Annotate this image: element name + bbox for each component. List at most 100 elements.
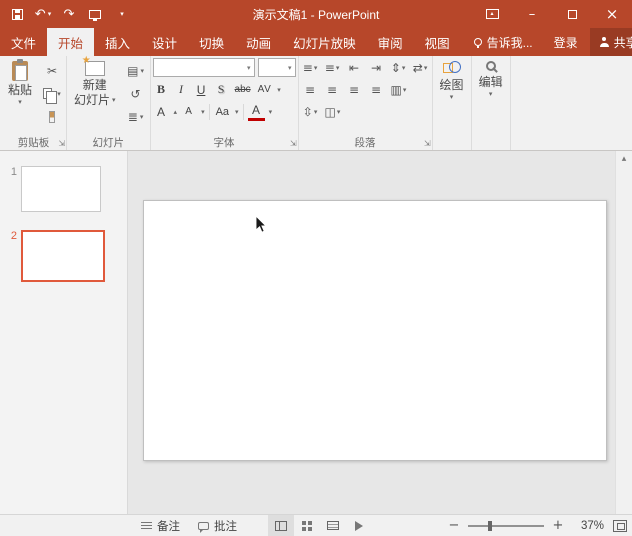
text-direction-button[interactable]: ⇄▾ bbox=[411, 58, 430, 77]
clipboard-dialog-launcher[interactable]: ⇲ bbox=[58, 140, 65, 148]
convert-smartart-button[interactable]: ◫▾ bbox=[323, 102, 343, 121]
bullets-button[interactable]: ≡▾ bbox=[301, 58, 320, 77]
share-label: 共享 bbox=[614, 34, 632, 51]
font-group: ▾ ▾ B I U S abc AV ▾ A ▴ A ▾ bbox=[151, 56, 299, 150]
format-painter-button[interactable] bbox=[40, 106, 64, 127]
copy-button[interactable]: ▾ bbox=[40, 83, 64, 104]
slide-thumbnail-1[interactable] bbox=[21, 166, 101, 212]
slide-canvas[interactable] bbox=[143, 200, 607, 461]
numbering-button[interactable]: ≡▾ bbox=[323, 58, 342, 77]
align-text-button[interactable]: ⇳▾ bbox=[301, 102, 320, 121]
zoom-slider[interactable] bbox=[468, 525, 544, 527]
font-dialog-launcher[interactable]: ⇲ bbox=[290, 140, 297, 148]
save-button[interactable] bbox=[4, 0, 30, 28]
fit-to-window-button[interactable] bbox=[613, 520, 627, 532]
tab-home[interactable]: 开始 bbox=[47, 28, 94, 56]
ribbon-display-icon: ▴ bbox=[486, 9, 499, 19]
paste-icon bbox=[12, 61, 28, 81]
statusbar: 备注 批注 − + 37% bbox=[0, 514, 632, 536]
font-color-button[interactable]: A bbox=[248, 102, 265, 121]
tab-insert[interactable]: 插入 bbox=[94, 28, 141, 56]
redo-button[interactable]: ↷ bbox=[56, 0, 82, 28]
slide-thumbnail-2[interactable] bbox=[21, 230, 105, 282]
content-area: 1 2 ▴ bbox=[0, 151, 632, 514]
start-slideshow-button[interactable] bbox=[82, 0, 108, 28]
zoom-slider-thumb[interactable] bbox=[488, 521, 492, 531]
maximize-button[interactable] bbox=[552, 0, 592, 28]
minimize-button[interactable]: – bbox=[512, 0, 552, 28]
tell-me-search[interactable]: 告诉我... bbox=[465, 28, 542, 56]
share-button[interactable]: 共享 bbox=[590, 28, 632, 56]
drawing-button[interactable]: 绘图 ▾ bbox=[435, 58, 469, 102]
new-slide-button[interactable]: ★ 新建 幻灯片▾ bbox=[69, 58, 121, 108]
decrease-indent-button[interactable]: ⇤ bbox=[345, 58, 364, 77]
powerpoint-window: ↶▾ ↷ ▾ 演示文稿1 - PowerPoint ▴ – × 文件 开始 插入… bbox=[0, 0, 632, 536]
columns-button[interactable]: ▥▾ bbox=[389, 80, 409, 99]
zoom-out-button[interactable]: − bbox=[447, 518, 461, 533]
align-left-button[interactable]: ≡ bbox=[301, 80, 320, 99]
tab-animations[interactable]: 动画 bbox=[235, 28, 282, 56]
tab-design[interactable]: 设计 bbox=[141, 28, 188, 56]
undo-button[interactable]: ↶▾ bbox=[30, 0, 56, 28]
sign-in-button[interactable]: 登录 bbox=[542, 28, 590, 56]
slideshow-view-button[interactable] bbox=[346, 515, 372, 536]
reset-button[interactable]: ↺ bbox=[124, 83, 148, 104]
align-center-button[interactable]: ≡ bbox=[323, 80, 342, 99]
shrink-font-button[interactable]: A bbox=[180, 102, 197, 121]
grow-font-button[interactable]: A bbox=[153, 102, 170, 121]
text-shadow-button[interactable]: S bbox=[213, 80, 230, 99]
notes-button[interactable]: 备注 bbox=[132, 515, 189, 536]
clipboard-group-label: 剪贴板 bbox=[18, 135, 50, 150]
editing-button[interactable]: 编辑 ▾ bbox=[474, 58, 508, 99]
section-dropdown-icon: ▾ bbox=[140, 113, 144, 121]
align-text-dropdown-icon: ▾ bbox=[314, 108, 318, 116]
tab-view[interactable]: 视图 bbox=[414, 28, 461, 56]
reading-view-button[interactable] bbox=[320, 515, 346, 536]
zoom-percent[interactable]: 37% bbox=[572, 520, 604, 532]
maximize-icon bbox=[568, 10, 577, 19]
drawing-label: 绘图 bbox=[440, 79, 464, 92]
slide-sorter-button[interactable] bbox=[294, 515, 320, 536]
tab-slideshow[interactable]: 幻灯片放映 bbox=[282, 28, 367, 56]
numbering-icon: ≡ bbox=[325, 62, 335, 74]
line-spacing-button[interactable]: ⇕▾ bbox=[389, 58, 408, 77]
justify-button[interactable]: ≡ bbox=[367, 80, 386, 99]
notes-icon bbox=[141, 522, 152, 530]
shrink-font-icon: ▾ bbox=[201, 108, 205, 116]
font-size-select[interactable]: ▾ bbox=[258, 58, 296, 77]
increase-indent-button[interactable]: ⇥ bbox=[367, 58, 386, 77]
editing-group: 编辑 ▾ bbox=[472, 56, 511, 150]
view-switcher bbox=[268, 515, 372, 536]
zoom-in-button[interactable]: + bbox=[551, 518, 565, 533]
vertical-scrollbar[interactable]: ▴ bbox=[615, 151, 632, 514]
paragraph-dialog-launcher[interactable]: ⇲ bbox=[424, 140, 431, 148]
underline-button[interactable]: U bbox=[193, 80, 210, 99]
character-spacing-button[interactable]: AV bbox=[256, 80, 274, 99]
tab-file[interactable]: 文件 bbox=[0, 28, 47, 56]
comments-button[interactable]: 批注 bbox=[189, 515, 246, 536]
align-right-button[interactable]: ≡ bbox=[345, 80, 364, 99]
columns-dropdown-icon: ▾ bbox=[403, 86, 407, 94]
font-name-select[interactable]: ▾ bbox=[153, 58, 255, 77]
smartart-icon: ◫ bbox=[325, 106, 336, 118]
bold-button[interactable]: B bbox=[153, 80, 170, 99]
scroll-up-icon[interactable]: ▴ bbox=[622, 155, 627, 164]
change-case-button[interactable]: Aa bbox=[214, 102, 231, 121]
comments-label: 批注 bbox=[214, 518, 237, 534]
paste-button[interactable]: 粘贴 ▾ bbox=[3, 58, 37, 107]
bullets-dropdown-icon: ▾ bbox=[314, 64, 318, 72]
slides-group: ★ 新建 幻灯片▾ ▤▾ ↺ ≣▾ 幻灯片 bbox=[67, 56, 151, 150]
tab-transitions[interactable]: 切换 bbox=[188, 28, 235, 56]
section-button[interactable]: ≣▾ bbox=[124, 106, 148, 127]
normal-view-button[interactable] bbox=[268, 515, 294, 536]
layout-button[interactable]: ▤▾ bbox=[124, 60, 148, 81]
close-button[interactable]: × bbox=[592, 0, 632, 28]
notes-label: 备注 bbox=[157, 518, 180, 534]
ribbon-display-options-button[interactable]: ▴ bbox=[472, 0, 512, 28]
strikethrough-button[interactable]: abc bbox=[233, 80, 253, 99]
slide-2-row: 2 bbox=[5, 230, 117, 282]
customize-qat-button[interactable]: ▾ bbox=[108, 0, 134, 28]
italic-button[interactable]: I bbox=[173, 80, 190, 99]
tab-review[interactable]: 审阅 bbox=[367, 28, 414, 56]
cut-button[interactable]: ✂ bbox=[40, 60, 64, 81]
